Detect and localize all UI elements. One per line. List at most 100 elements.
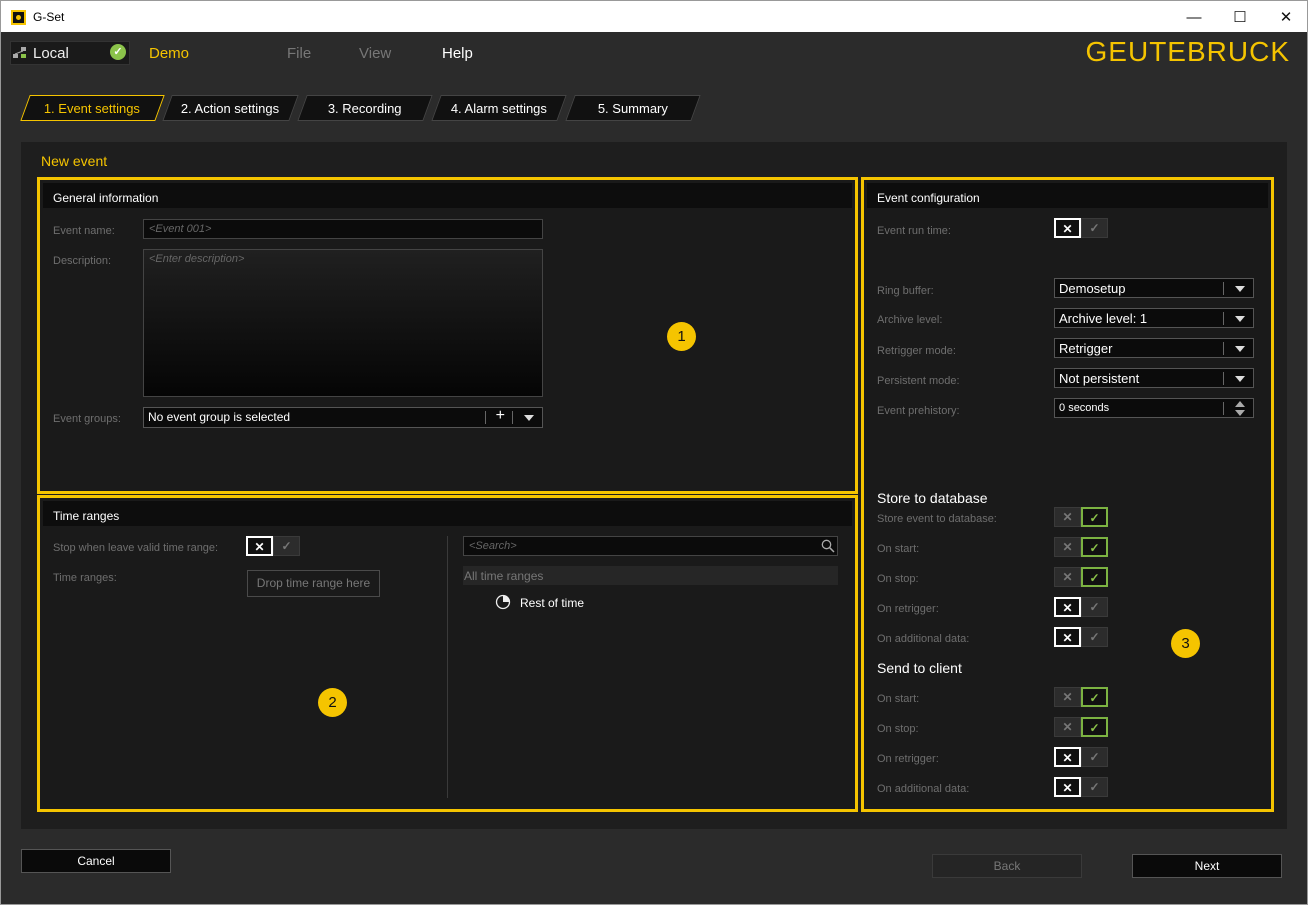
stop-time-range-toggle[interactable]: ✕ ✓ xyxy=(246,536,300,556)
tab-action-settings[interactable]: 2. Action settings xyxy=(162,95,299,121)
drop-time-range-zone[interactable]: Drop time range here xyxy=(247,570,380,597)
archive-level-select[interactable]: Archive level: 1 xyxy=(1054,308,1254,328)
window-title: G-Set xyxy=(33,10,65,24)
event-groups-value: No event group is selected xyxy=(148,410,291,424)
check-circle-icon: ✓ xyxy=(110,44,126,60)
chevron-down-icon xyxy=(1235,316,1245,322)
brand-logo: GEUTEBRUCK xyxy=(1085,36,1290,67)
retrigger-mode-label: Retrigger mode: xyxy=(877,345,956,357)
check-icon: ✓ xyxy=(1081,507,1108,527)
connection-selector[interactable]: Local ✓ xyxy=(10,41,130,65)
app-icon xyxy=(11,10,26,25)
retrigger-mode-value: Retrigger xyxy=(1059,341,1113,356)
send-client-label: On start: xyxy=(877,693,920,705)
back-button[interactable]: Back xyxy=(932,854,1082,878)
divider xyxy=(1223,312,1224,325)
page-title: New event xyxy=(41,153,108,169)
event-run-time-toggle[interactable]: ✕ ✓ xyxy=(1054,218,1108,238)
all-time-ranges-header: All time ranges xyxy=(463,566,838,585)
store-db-toggle[interactable]: ✕ ✓ xyxy=(1054,567,1108,587)
store-db-toggle[interactable]: ✕ ✓ xyxy=(1054,627,1108,647)
send-to-client-title: Send to client xyxy=(877,660,962,676)
callout-badge-1: 1 xyxy=(667,322,696,351)
chevron-down-icon xyxy=(1235,346,1245,352)
check-icon: ✓ xyxy=(1081,777,1108,797)
divider xyxy=(1223,402,1224,415)
time-ranges-label: Time ranges: xyxy=(53,572,117,584)
send-client-toggle[interactable]: ✕ ✓ xyxy=(1054,777,1108,797)
check-icon: ✓ xyxy=(1081,597,1108,617)
close-icon[interactable]: ✕ xyxy=(1263,1,1308,33)
check-icon: ✓ xyxy=(273,536,300,556)
decrement-icon[interactable] xyxy=(1235,410,1245,416)
description-input[interactable]: <Enter description> xyxy=(143,249,543,397)
tab-event-settings[interactable]: 1. Event settings xyxy=(20,95,165,121)
x-icon: ✕ xyxy=(1054,747,1081,767)
divider xyxy=(485,411,486,424)
minimize-icon[interactable]: — xyxy=(1171,1,1217,33)
store-db-label: On retrigger: xyxy=(877,603,939,615)
cancel-button[interactable]: Cancel xyxy=(21,849,171,873)
divider xyxy=(447,536,448,798)
check-icon: ✓ xyxy=(1081,717,1108,737)
tab-label: 5. Summary xyxy=(597,100,669,116)
x-icon: ✕ xyxy=(1054,627,1081,647)
stop-time-range-label: Stop when leave valid time range: xyxy=(53,542,219,554)
check-icon: ✓ xyxy=(1081,687,1108,707)
list-item-rest-of-time[interactable]: Rest of time xyxy=(520,596,584,610)
store-to-database-title: Store to database xyxy=(877,490,988,506)
store-db-toggle[interactable]: ✕ ✓ xyxy=(1054,507,1108,527)
menu-view[interactable]: View xyxy=(359,45,391,62)
ring-buffer-value: Demosetup xyxy=(1059,281,1126,296)
clock-pie-icon xyxy=(495,594,511,610)
divider xyxy=(512,411,513,424)
x-icon: ✕ xyxy=(1054,717,1081,737)
tab-label: 2. Action settings xyxy=(181,100,280,116)
persistent-mode-label: Persistent mode: xyxy=(877,375,960,387)
x-icon: ✕ xyxy=(246,536,273,556)
next-button[interactable]: Next xyxy=(1132,854,1282,878)
ring-buffer-label: Ring buffer: xyxy=(877,285,934,297)
x-icon: ✕ xyxy=(1054,567,1081,587)
chevron-down-icon[interactable] xyxy=(524,415,534,421)
event-name-input[interactable]: <Event 001> xyxy=(143,219,543,239)
x-icon: ✕ xyxy=(1054,777,1081,797)
check-icon: ✓ xyxy=(1081,627,1108,647)
maximize-icon[interactable]: ☐ xyxy=(1217,1,1263,33)
check-icon: ✓ xyxy=(1081,747,1108,767)
time-range-search-input[interactable]: <Search> xyxy=(463,536,838,556)
tab-label: 4. Alarm settings xyxy=(450,100,548,116)
send-client-toggle[interactable]: ✕ ✓ xyxy=(1054,747,1108,767)
retrigger-mode-select[interactable]: Retrigger xyxy=(1054,338,1254,358)
event-prehistory-label: Event prehistory: xyxy=(877,405,960,417)
persistent-mode-value: Not persistent xyxy=(1059,371,1140,386)
send-client-toggle[interactable]: ✕ ✓ xyxy=(1054,687,1108,707)
persistent-mode-select[interactable]: Not persistent xyxy=(1054,368,1254,388)
search-icon[interactable] xyxy=(821,539,835,553)
ring-buffer-select[interactable]: Demosetup xyxy=(1054,278,1254,298)
tab-summary[interactable]: 5. Summary xyxy=(565,95,701,121)
menu-file[interactable]: File xyxy=(287,45,311,62)
event-groups-select[interactable]: No event group is selected + xyxy=(143,407,543,428)
event-groups-label: Event groups: xyxy=(53,413,121,425)
x-icon: ✕ xyxy=(1054,507,1081,527)
general-information-header: General information xyxy=(43,183,852,208)
check-icon: ✓ xyxy=(1081,567,1108,587)
prehistory-value: 0 xyxy=(1059,402,1066,414)
add-icon[interactable]: + xyxy=(496,407,505,425)
tab-label: 3. Recording xyxy=(328,100,402,116)
profile-label[interactable]: Demo xyxy=(149,45,189,62)
send-client-label: On stop: xyxy=(877,723,919,735)
store-db-label: On stop: xyxy=(877,573,919,585)
tab-alarm-settings[interactable]: 4. Alarm settings xyxy=(431,95,567,121)
store-db-toggle[interactable]: ✕ ✓ xyxy=(1054,597,1108,617)
menu-help[interactable]: Help xyxy=(442,45,473,62)
store-db-toggle[interactable]: ✕ ✓ xyxy=(1054,537,1108,557)
divider xyxy=(1223,282,1224,295)
x-icon: ✕ xyxy=(1054,597,1081,617)
increment-icon[interactable] xyxy=(1235,401,1245,407)
event-prehistory-stepper[interactable]: 0 seconds xyxy=(1054,398,1254,418)
send-client-label: On additional data: xyxy=(877,783,970,795)
send-client-toggle[interactable]: ✕ ✓ xyxy=(1054,717,1108,737)
tab-recording[interactable]: 3. Recording xyxy=(297,95,433,121)
